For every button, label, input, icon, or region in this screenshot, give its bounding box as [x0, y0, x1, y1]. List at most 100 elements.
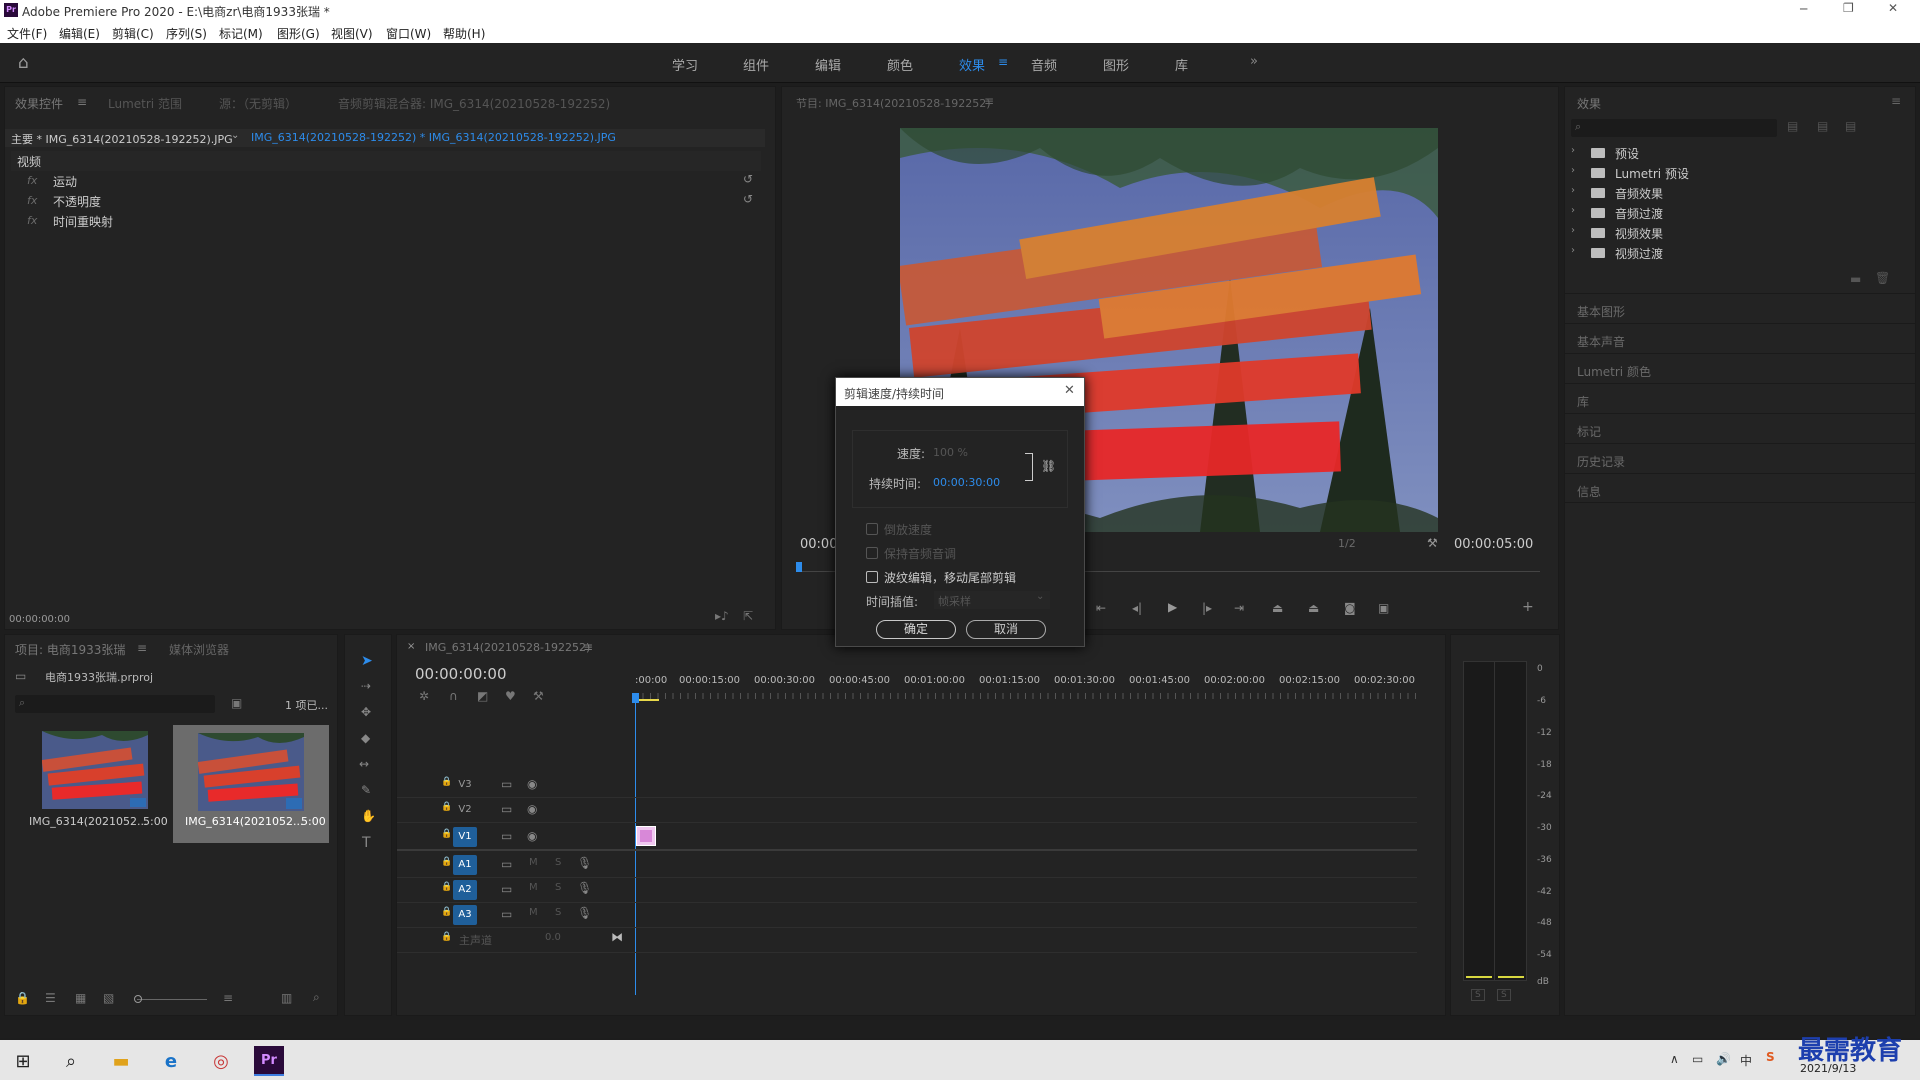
timeline-tab[interactable]: IMG_6314(20210528-192252)	[425, 641, 590, 654]
track-target-v3[interactable]: V3	[453, 775, 477, 795]
timeline-settings-icon[interactable]: ⚒	[533, 689, 544, 703]
lock-icon[interactable]: 🔒	[441, 932, 452, 942]
export-icon[interactable]: ⇱	[743, 609, 753, 623]
track-target-a2[interactable]: A2	[453, 880, 477, 900]
camera-icon[interactable]: ◙	[1344, 601, 1356, 615]
chevron-down-icon[interactable]: ⌄	[231, 130, 239, 141]
minimize-icon[interactable]: ─	[1800, 2, 1807, 16]
folder-video-transitions[interactable]: › 视频过渡	[1569, 243, 1915, 263]
list-view-icon[interactable]: ☰	[45, 991, 56, 1005]
tab-lumetri-scopes[interactable]: Lumetri 范围	[108, 95, 182, 112]
restore-icon[interactable]: ❐	[1843, 1, 1854, 15]
sogou-icon[interactable]: S	[1766, 1050, 1775, 1064]
find-icon[interactable]: ⌕	[313, 990, 320, 1005]
program-time-left[interactable]: 00:00	[800, 537, 837, 552]
track-master[interactable]: 🔒 主声道 0.0 ⧓	[397, 928, 1417, 953]
reset-icon[interactable]: ↺	[743, 172, 753, 186]
master-track-volume[interactable]: 0.0	[545, 932, 561, 943]
razor-tool-icon[interactable]: ◆	[361, 731, 370, 745]
track-target-a3[interactable]: A3	[453, 905, 477, 925]
reverse-speed-checkbox[interactable]	[866, 523, 878, 535]
edge-browser-icon[interactable]: e	[154, 1045, 188, 1079]
panel-menu-icon[interactable]: ≡	[583, 640, 593, 654]
selection-tool-icon[interactable]: ➤	[361, 653, 373, 669]
sync-lock-icon[interactable]: ▭	[501, 802, 512, 816]
folder-presets[interactable]: › 预设	[1569, 143, 1915, 163]
workspace-effects[interactable]: 效果	[959, 55, 985, 74]
add-marker-icon[interactable]: ◩	[477, 689, 488, 703]
folder-lumetri-presets[interactable]: › Lumetri 预设	[1569, 163, 1915, 183]
track-target-a1[interactable]: A1	[453, 855, 477, 875]
ripple-edit-checkbox[interactable]	[866, 571, 878, 583]
filter-icon[interactable]: ▸♪	[715, 609, 729, 623]
speed-value[interactable]: 100 %	[933, 446, 968, 459]
lock-icon[interactable]: 🔒	[15, 991, 30, 1005]
panel-menu-icon[interactable]: ≡	[1891, 94, 1901, 108]
microphone-icon[interactable]: 🎙	[577, 881, 592, 895]
folder-audio-transitions[interactable]: › 音频过渡	[1569, 203, 1915, 223]
effect-controls-timecode[interactable]: 00:00:00:00	[9, 614, 70, 625]
premiere-pro-taskbar-icon[interactable]: Pr	[254, 1046, 284, 1076]
sort-icon[interactable]: ≡	[223, 991, 233, 1005]
menu-graphics[interactable]: 图形(G)	[277, 25, 320, 42]
menu-sequence[interactable]: 序列(S)	[166, 25, 207, 42]
menu-view[interactable]: 视图(V)	[331, 25, 373, 42]
new-bin-from-search-icon[interactable]: ▣	[231, 696, 242, 710]
effect-time-remap-row[interactable]: fx 时间重映射	[11, 211, 761, 231]
step-forward-icon[interactable]: |▸	[1202, 601, 1212, 615]
menu-clip[interactable]: 剪辑(C)	[112, 25, 154, 42]
tab-source[interactable]: 源：（无剪辑）	[219, 95, 297, 112]
volume-icon[interactable]: 🔊	[1716, 1052, 1731, 1066]
slip-tool-icon[interactable]: ↔	[359, 757, 369, 771]
trash-icon[interactable]: 🗑	[1875, 271, 1890, 285]
eye-icon[interactable]: ◉	[527, 777, 537, 791]
tab-audio-clip-mixer[interactable]: 音频剪辑混合器: IMG_6314(20210528-192252)	[338, 95, 610, 112]
time-ruler[interactable]: :00:00 00:00:15:00 00:00:30:00 00:00:45:…	[635, 675, 1421, 705]
section-libraries[interactable]: 库	[1565, 383, 1915, 413]
solo-button[interactable]: S	[555, 857, 561, 868]
extract-icon[interactable]: ⏏	[1308, 601, 1319, 615]
new-bin-icon[interactable]: ▤	[1787, 119, 1798, 133]
effect-motion-row[interactable]: fx 运动 ↺	[11, 171, 761, 191]
time-interp-select[interactable]: 帧采样 ⌄	[934, 591, 1050, 609]
sync-lock-icon[interactable]: ▭	[501, 829, 512, 843]
type-tool-icon[interactable]: T	[362, 835, 371, 851]
go-to-end-icon[interactable]: ⧓	[611, 930, 623, 944]
workspace-editing[interactable]: 编辑	[815, 55, 841, 74]
duration-value[interactable]: 00:00:30:00	[933, 476, 1000, 489]
step-back-icon[interactable]: ◂|	[1132, 601, 1142, 615]
mute-button[interactable]: M	[529, 907, 538, 918]
section-history[interactable]: 历史记录	[1565, 443, 1915, 473]
zoom-slider[interactable]	[134, 995, 207, 1003]
close-tab-icon[interactable]: ×	[407, 641, 415, 652]
panel-menu-icon[interactable]: ≡	[137, 641, 147, 655]
project-item-card-selected[interactable]: IMG_6314(2021052... 5:00	[173, 725, 329, 843]
track-a3[interactable]: 🔒 A3 ▭ M S 🎙	[397, 903, 1417, 928]
folder-audio-effects[interactable]: › 音频效果	[1569, 183, 1915, 203]
menu-edit[interactable]: 编辑(E)	[59, 25, 100, 42]
program-monitor-tab[interactable]: 节目: IMG_6314(20210528-192252)	[796, 95, 991, 111]
track-select-tool-icon[interactable]: ⇢	[361, 679, 371, 693]
add-button-icon[interactable]: +	[1522, 599, 1534, 615]
accelerated-effects-icon[interactable]: ▤	[1817, 119, 1828, 133]
solo-right-button[interactable]: S	[1497, 989, 1511, 1001]
yuv-effects-icon[interactable]: ▤	[1845, 119, 1856, 133]
pen-tool-icon[interactable]: ✎	[361, 783, 371, 797]
chain-link-icon[interactable]: ⛓	[1041, 459, 1056, 473]
menu-window[interactable]: 窗口(W)	[386, 25, 431, 42]
sync-lock-icon[interactable]: ▭	[501, 882, 512, 896]
maintain-pitch-checkbox[interactable]	[866, 547, 878, 559]
eye-icon[interactable]: ◉	[527, 829, 537, 843]
lock-icon[interactable]: 🔒	[441, 829, 452, 839]
effect-opacity-row[interactable]: fx 不透明度 ↺	[11, 191, 761, 211]
solo-button[interactable]: S	[555, 882, 561, 893]
marker-icon[interactable]: ♥	[505, 689, 516, 703]
workspace-graphics[interactable]: 图形	[1103, 55, 1129, 74]
icon-view-icon[interactable]: ▦	[75, 991, 86, 1005]
section-essential-graphics[interactable]: 基本图形	[1565, 293, 1915, 323]
tab-project[interactable]: 项目: 电商1933张瑞	[15, 641, 125, 658]
hand-tool-icon[interactable]: ✋	[361, 809, 376, 823]
new-folder-icon[interactable]: ▬	[1850, 272, 1861, 286]
automate-icon[interactable]: ▥	[281, 991, 292, 1005]
sync-lock-icon[interactable]: ▭	[501, 777, 512, 791]
